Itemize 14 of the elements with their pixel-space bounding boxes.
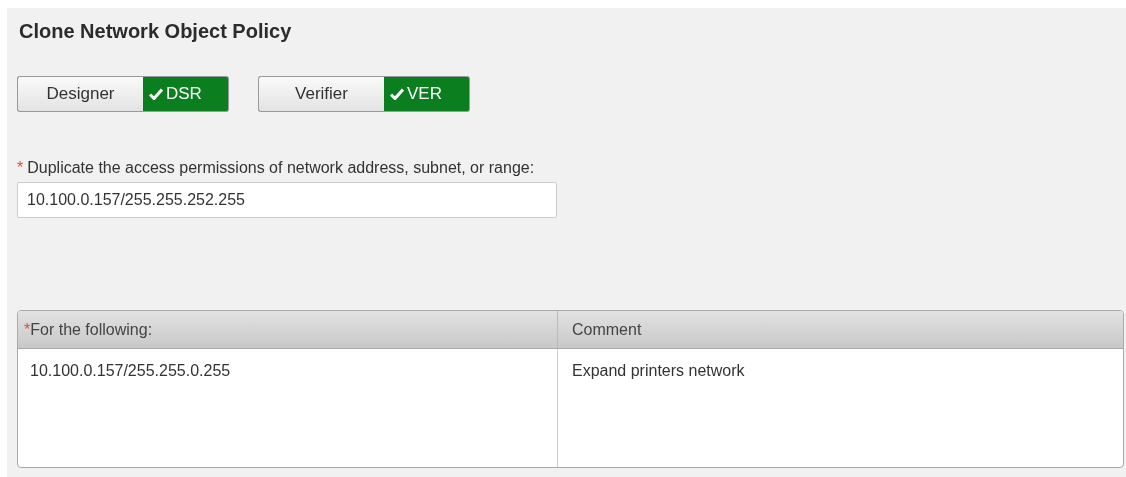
- required-asterisk: *: [17, 158, 24, 178]
- role-button[interactable]: Verifier: [258, 76, 384, 112]
- column-header: Comment: [571, 319, 643, 340]
- role-status-badge: DSR: [143, 76, 229, 112]
- role-status-badge: VER: [384, 76, 470, 112]
- field-label: Duplicate the access permissions of network address, subnet, or range:: [27, 158, 535, 178]
- checkmark-icon: [149, 88, 163, 100]
- table-cell: Expand printers network: [572, 362, 745, 379]
- address-input-field[interactable]: 10.100.0.157/255.255.252.255: [17, 182, 557, 218]
- table-cell: 10.100.0.157/255.255.0.255: [30, 362, 231, 379]
- role-button[interactable]: Designer: [17, 76, 143, 112]
- column-header: *For the following:: [18, 311, 558, 348]
- checkmark-icon: [390, 88, 404, 100]
- page-title: Clone Network Object Policy: [18, 19, 293, 44]
